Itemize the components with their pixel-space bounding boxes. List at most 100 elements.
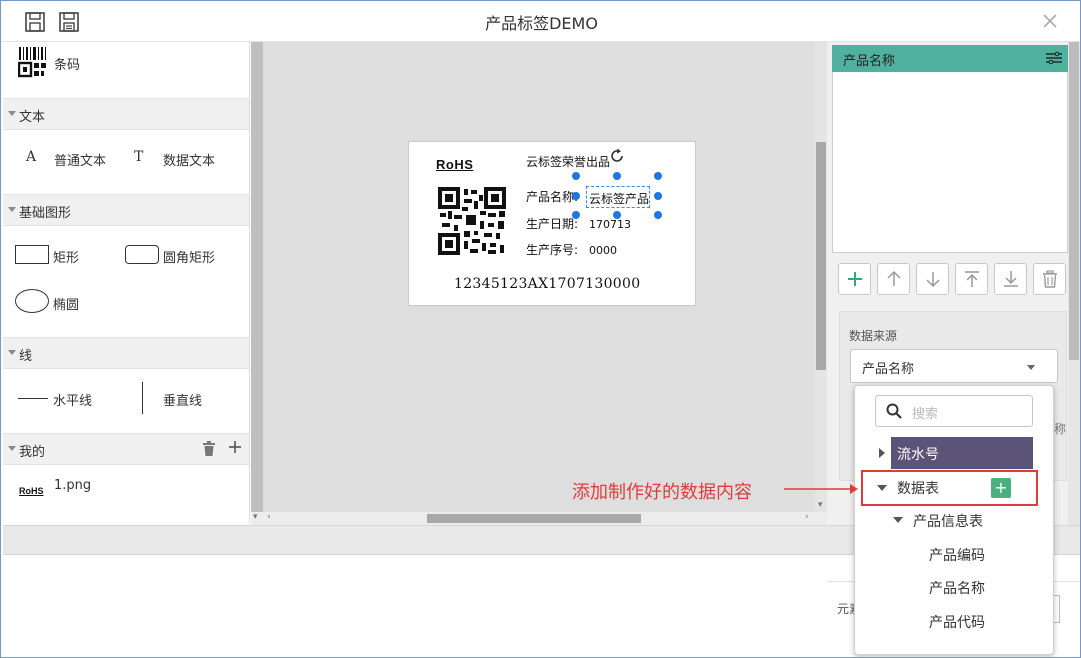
scroll-down-icon[interactable]: ▾ (253, 512, 258, 522)
mine-item-name: 1.png (54, 478, 92, 493)
rounded-rect-label: 圆角矩形 (163, 251, 216, 266)
menu-icon[interactable] (1046, 51, 1062, 65)
data-source-select[interactable]: 产品名称 (850, 349, 1058, 383)
production-date-value[interactable]: 170713 (589, 218, 631, 231)
chevron-down-icon (1027, 365, 1035, 370)
scroll-left-icon[interactable]: ‹ (267, 512, 271, 522)
collapse-icon (8, 446, 16, 451)
data-text-label: 数据文本 (163, 154, 216, 169)
section-lines-header[interactable]: 线 (3, 337, 249, 369)
plus-icon (848, 272, 862, 286)
product-name-label[interactable]: 产品名称: (526, 188, 578, 205)
search-icon (886, 403, 902, 423)
plain-text-label: 普通文本 (54, 154, 107, 169)
section-mine-header[interactable]: 我的 (3, 433, 249, 465)
collapse-icon (8, 207, 16, 212)
selection-box[interactable] (586, 186, 650, 208)
resize-handle[interactable] (572, 211, 580, 219)
horizontal-line-icon (18, 398, 48, 399)
vertical-line-icon (142, 382, 143, 414)
collapse-icon[interactable] (893, 517, 903, 523)
toolbox-panel: 条码 文本 A 普通文本 T 数据文本 基础图形 矩形 圆角矩形 椭圆 线 水平… (3, 42, 250, 524)
rotate-icon[interactable] (608, 147, 626, 169)
resize-handle[interactable] (654, 211, 662, 219)
barcode-number[interactable]: 12345123AX1707130000 (454, 276, 640, 292)
resize-handle[interactable] (613, 172, 621, 180)
canvas-ruler (251, 42, 263, 512)
annotation-arrow-icon (784, 481, 858, 501)
trash-icon[interactable] (202, 441, 216, 461)
field-list-title: 产品名称 (843, 54, 896, 69)
move-top-button[interactable] (955, 263, 988, 295)
tree-item-serial[interactable]: 流水号 (891, 437, 1033, 469)
section-text-title: 文本 (19, 110, 46, 125)
move-down-button[interactable] (916, 263, 949, 295)
rect-label: 矩形 (53, 251, 80, 266)
move-up-button[interactable] (877, 263, 910, 295)
scroll-right-icon[interactable]: › (805, 512, 809, 522)
add-button[interactable] (838, 263, 871, 295)
move-bottom-button[interactable] (994, 263, 1027, 295)
qr-code-icon[interactable] (438, 187, 508, 261)
vertical-line-label: 垂直线 (163, 394, 203, 409)
rohs-logo[interactable]: RoHS (436, 157, 473, 172)
scroll-thumb[interactable] (816, 142, 826, 370)
letter-a-icon: A (26, 149, 37, 165)
data-source-label: 数据来源 (849, 329, 898, 343)
app-window: 产品标签DEMO 条码 文本 A 普通文本 T 数据文本 基础图形 矩形 圆角矩… (0, 0, 1081, 658)
ellipse-label: 椭圆 (53, 298, 80, 313)
arrow-up-icon (887, 270, 901, 286)
resize-handle[interactable] (572, 192, 580, 200)
resize-handle[interactable] (654, 172, 662, 180)
resize-handle[interactable] (572, 172, 580, 180)
field-list[interactable] (832, 45, 1068, 253)
canvas-horizontal-scrollbar[interactable]: ▾ ‹ › (251, 512, 827, 525)
scroll-thumb[interactable] (1069, 42, 1079, 360)
expand-icon[interactable] (879, 448, 885, 458)
ellipse-icon (15, 289, 49, 313)
close-icon[interactable] (1038, 9, 1062, 33)
rectangle-icon (15, 245, 49, 264)
window-title: 产品标签DEMO (485, 14, 598, 33)
rounded-rectangle-icon (125, 245, 159, 264)
serial-value[interactable]: 0000 (589, 244, 617, 257)
barcode-icon (17, 46, 48, 82)
plus-icon[interactable] (228, 440, 242, 458)
resize-handle[interactable] (654, 192, 662, 200)
data-source-value: 产品名称 (862, 362, 915, 377)
letter-t-icon: T (134, 149, 144, 165)
search-placeholder: 搜索 (912, 407, 939, 422)
serial-label[interactable]: 生产序号: (526, 241, 578, 258)
tree-item-field[interactable]: 产品代码 (929, 612, 985, 632)
trash-icon (1043, 270, 1057, 288)
scroll-down-icon[interactable]: ▾ (818, 500, 823, 510)
highlight-frame (861, 470, 1038, 506)
tree-item-label: 流水号 (897, 447, 939, 463)
horizontal-line-label: 水平线 (53, 394, 93, 409)
tree-item-field[interactable]: 产品名称 (929, 578, 985, 598)
barcode-tool-label: 条码 (54, 58, 81, 73)
section-lines-title: 线 (19, 349, 33, 364)
scroll-thumb[interactable] (427, 514, 641, 523)
arrow-top-icon (965, 271, 979, 287)
search-input[interactable]: 搜索 (875, 395, 1033, 427)
production-date-label[interactable]: 生产日期: (526, 215, 578, 232)
properties-scrollbar[interactable] (1068, 42, 1080, 525)
arrow-bottom-icon (1004, 271, 1018, 287)
tree-item-product-table[interactable]: 产品信息表 (913, 511, 983, 531)
section-mine-title: 我的 (19, 445, 46, 460)
resize-handle[interactable] (613, 211, 621, 219)
tree-item-field[interactable]: 产品编码 (929, 545, 985, 565)
rohs-thumbnail: RoHS (19, 486, 44, 496)
arrow-down-icon (926, 272, 940, 288)
section-shapes-title: 基础图形 (19, 206, 72, 221)
collapse-icon (8, 111, 16, 116)
section-text-header[interactable]: 文本 (3, 98, 249, 130)
title-bar: 产品标签DEMO (1, 1, 1080, 42)
annotation-text: 添加制作好的数据内容 (572, 482, 752, 503)
company-text[interactable]: 云标签荣誉出品 (526, 153, 610, 170)
section-shapes-header[interactable]: 基础图形 (3, 194, 249, 226)
delete-button[interactable] (1033, 263, 1066, 295)
field-list-header[interactable]: 产品名称 (832, 45, 1068, 72)
canvas-vertical-scrollbar[interactable]: ▾ (815, 42, 827, 512)
